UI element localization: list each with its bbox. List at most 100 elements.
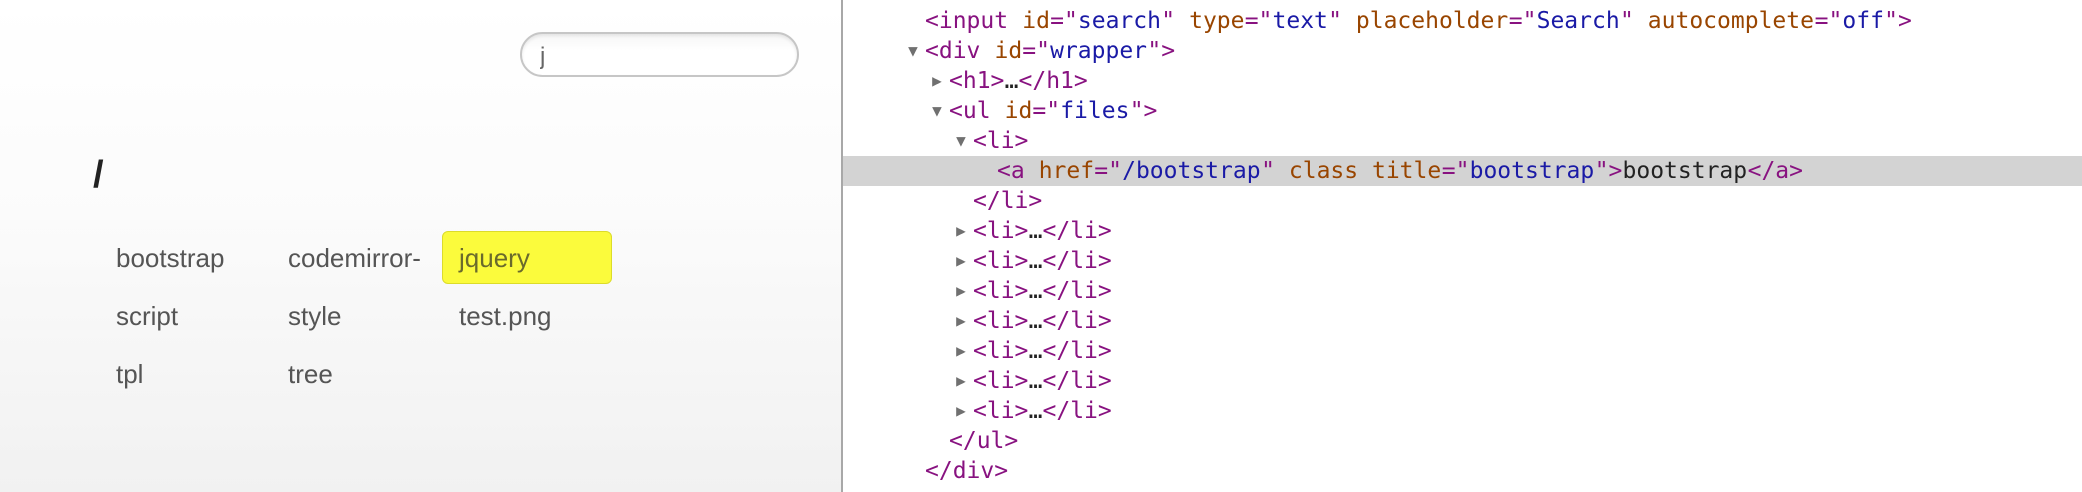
dom-token-val: search — [1077, 8, 1161, 34]
dom-token-txt: … — [1028, 218, 1043, 244]
dom-token-txt: … — [1028, 398, 1043, 424]
dom-token-txt: … — [1028, 368, 1043, 394]
file-item-script[interactable]: script — [99, 289, 269, 342]
dom-token-txt: … — [1028, 308, 1043, 334]
dom-token-attr: id — [1022, 8, 1050, 34]
collapsed-triangle-icon[interactable]: ▶ — [953, 306, 969, 336]
collapsed-triangle-icon[interactable]: ▶ — [953, 216, 969, 246]
dom-token-tag: " — [1328, 8, 1356, 34]
dom-token-tag: =" — [1508, 8, 1537, 34]
dom-token-attr: id — [1004, 98, 1033, 124]
dom-node[interactable]: ▶ <li>… </li> — [843, 276, 2082, 306]
expanded-triangle-icon[interactable]: ▼ — [953, 126, 969, 156]
dom-token-tag: <h1> — [949, 68, 1005, 94]
dom-token-tag: "> — [1129, 98, 1158, 124]
dom-node[interactable]: ▶ <li>… </li> — [843, 366, 2082, 396]
dom-node[interactable]: ▶ <li>… </li> — [843, 396, 2082, 426]
dom-token-tag: " — [1261, 158, 1289, 184]
dom-token-tag: "> — [1147, 38, 1176, 64]
dom-token-tag: </a> — [1747, 158, 1803, 184]
dom-token-tag: </li> — [973, 188, 1043, 214]
dom-token-tag: </li> — [1042, 338, 1112, 364]
dom-token-attr: id — [994, 38, 1023, 64]
dom-token-tag: "> — [1594, 158, 1623, 184]
dom-token-tag: </li> — [1042, 278, 1112, 304]
dom-node[interactable]: </div> — [843, 456, 2082, 486]
dom-token-val: bootstrap — [1469, 158, 1595, 184]
dom-node[interactable]: ▶ <li>… </li> — [843, 216, 2082, 246]
collapsed-triangle-icon[interactable]: ▶ — [929, 66, 945, 96]
dom-token-val: Search — [1536, 8, 1620, 34]
file-item-codemirror[interactable]: codemirror- — [271, 231, 441, 284]
dom-token-tag: </ul> — [949, 428, 1019, 454]
file-item-bootstrap[interactable]: bootstrap — [99, 231, 269, 284]
dom-token-tag: <li> — [973, 128, 1029, 154]
dom-token-tag: <div — [925, 38, 995, 64]
dom-node[interactable]: ▶ <li>… </li> — [843, 306, 2082, 336]
dom-node[interactable]: ▼ <div id =" wrapper "> — [843, 36, 2082, 66]
file-item-test-png[interactable]: test.png — [442, 289, 612, 342]
file-item-tpl[interactable]: tpl — [99, 347, 269, 400]
dom-token-tag: <li> — [973, 218, 1029, 244]
dom-token-tag: =" — [1022, 38, 1050, 64]
dom-token-attr: placeholder — [1355, 8, 1509, 34]
dom-token-txt: … — [1028, 338, 1043, 364]
dom-token-tag: <li> — [973, 338, 1029, 364]
collapsed-triangle-icon[interactable]: ▶ — [953, 366, 969, 396]
dom-token-attr: href — [1038, 158, 1095, 184]
dom-token-val: /bootstrap — [1122, 158, 1261, 184]
dom-token-val: files — [1060, 98, 1130, 124]
collapsed-triangle-icon[interactable]: ▶ — [953, 246, 969, 276]
dom-token-txt: … — [1004, 68, 1019, 94]
dom-token-tag: <li> — [973, 248, 1029, 274]
dom-node[interactable]: </ul> — [843, 426, 2082, 456]
dom-token-tag: =" — [1244, 8, 1273, 34]
dom-token-tag: =" — [1441, 158, 1470, 184]
dom-token-tag: =" — [1094, 158, 1122, 184]
file-item-jquery[interactable]: jquery — [442, 231, 612, 284]
dom-token-tag: <input — [925, 8, 1022, 34]
dom-token-tag: " — [1161, 8, 1189, 34]
collapsed-triangle-icon[interactable]: ▶ — [953, 276, 969, 306]
dom-node[interactable]: <input id =" search " type =" text " placehold… — [843, 6, 2082, 36]
file-item-tree[interactable]: tree — [271, 347, 441, 400]
expanded-triangle-icon[interactable]: ▼ — [905, 36, 921, 66]
dom-token-tag: <li> — [973, 398, 1029, 424]
dom-token-tag: </li> — [1042, 248, 1112, 274]
devtools-elements-panel: <input id =" search " type =" text " placehold… — [843, 0, 2082, 492]
dom-token-tag: "> — [1884, 8, 1912, 34]
search-input[interactable] — [520, 32, 799, 77]
dom-token-tag: " — [1620, 8, 1648, 34]
dom-token-val: wrapper — [1050, 38, 1148, 64]
dom-token-tag: <li> — [973, 278, 1029, 304]
collapsed-triangle-icon[interactable]: ▶ — [953, 396, 969, 426]
dom-token-tag: </div> — [925, 458, 1009, 484]
dom-token-tag: <li> — [973, 308, 1029, 334]
dom-node[interactable]: ▶ <h1>… </h1> — [843, 66, 2082, 96]
file-item-style[interactable]: style — [271, 289, 441, 342]
dom-token-tag: <li> — [973, 368, 1029, 394]
dom-token-tag: </li> — [1042, 218, 1112, 244]
dom-token-attr: class title — [1288, 158, 1442, 184]
dom-token-txt: bootstrap — [1622, 158, 1748, 184]
dom-token-tag: =" — [1032, 98, 1061, 124]
dom-token-attr: type — [1189, 8, 1245, 34]
dom-token-tag: =" — [1814, 8, 1843, 34]
dom-node[interactable]: ▶ <li>… </li> — [843, 336, 2082, 366]
dom-node[interactable]: ▶ <li>… </li> — [843, 246, 2082, 276]
dom-token-tag: </li> — [1042, 398, 1112, 424]
dom-token-tag: </li> — [1042, 368, 1112, 394]
dom-node[interactable]: ▼ <li> — [843, 126, 2082, 156]
expanded-triangle-icon[interactable]: ▼ — [929, 96, 945, 126]
dom-token-txt: … — [1028, 248, 1043, 274]
dom-token-tag: =" — [1050, 8, 1078, 34]
dom-token-tag: </li> — [1042, 308, 1112, 334]
page-preview: / bootstrap codemirror- jquery script st… — [0, 0, 841, 492]
dom-node[interactable]: ▼ <ul id =" files "> — [843, 96, 2082, 126]
dom-token-attr: autocomplete — [1647, 8, 1814, 34]
dom-token-tag: <ul — [949, 98, 1005, 124]
dom-token-val: off — [1842, 8, 1884, 34]
dom-node[interactable]: </li> — [843, 186, 2082, 216]
collapsed-triangle-icon[interactable]: ▶ — [953, 336, 969, 366]
dom-node-selected[interactable]: <a href ="/bootstrap " class title =" bootst… — [843, 156, 2082, 186]
